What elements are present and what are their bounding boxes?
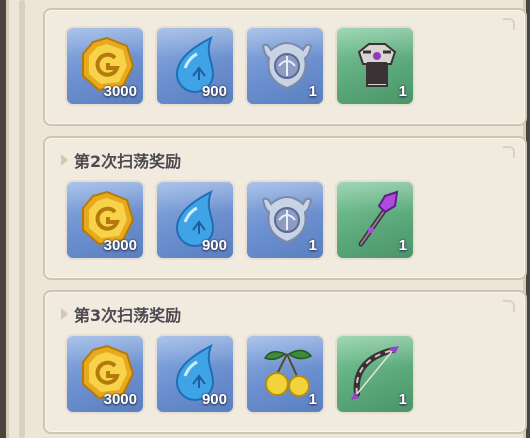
- reward-item-coin[interactable]: 3000: [65, 334, 145, 414]
- item-count: 1: [398, 83, 407, 100]
- panel-title: 第2次扫荡奖励: [61, 148, 181, 172]
- reward-item-water[interactable]: 900: [155, 26, 235, 106]
- chevron-right-icon: [61, 308, 68, 320]
- reward-item-emblem[interactable]: 1: [245, 180, 325, 260]
- item-count: 1: [308, 237, 317, 254]
- reward-item-water[interactable]: 900: [155, 180, 235, 260]
- item-count: 900: [201, 83, 227, 100]
- panel-title-text: 第3次扫荡奖励: [74, 306, 182, 325]
- reward-panel-3: 第3次扫荡奖励 3000 900 1 1: [43, 290, 527, 434]
- item-count: 1: [308, 391, 317, 408]
- panel-title: 第3次扫荡奖励: [61, 302, 181, 326]
- panel-title-text: 第2次扫荡奖励: [74, 152, 182, 171]
- reward-item-bow[interactable]: 1: [335, 334, 415, 414]
- reward-items-3: 3000 900 1 1: [65, 334, 415, 414]
- reward-panel-1: 3000 900 1 1: [43, 8, 527, 126]
- rewards-window: 3000 900 1 1 第2次扫荡奖励 3000 900 1 1 第3次扫荡奖…: [6, 0, 527, 438]
- item-count: 900: [201, 237, 227, 254]
- item-count: 1: [398, 391, 407, 408]
- panel-corner-ornament: [503, 300, 515, 312]
- panel-corner-ornament: [503, 18, 515, 30]
- item-count: 3000: [103, 237, 137, 254]
- item-count: 3000: [103, 83, 137, 100]
- chevron-right-icon: [61, 154, 68, 166]
- reward-items-1: 3000 900 1 1: [65, 26, 415, 106]
- item-count: 3000: [103, 391, 137, 408]
- reward-item-staff[interactable]: 1: [335, 180, 415, 260]
- reward-item-emblem[interactable]: 1: [245, 26, 325, 106]
- reward-item-fruit[interactable]: 1: [245, 334, 325, 414]
- reward-item-coin[interactable]: 3000: [65, 26, 145, 106]
- reward-panel-2: 第2次扫荡奖励 3000 900 1 1: [43, 136, 527, 280]
- item-count: 1: [398, 237, 407, 254]
- scrollbar[interactable]: [19, 0, 25, 438]
- reward-item-coin[interactable]: 3000: [65, 180, 145, 260]
- panel-corner-ornament: [503, 146, 515, 158]
- reward-items-2: 3000 900 1 1: [65, 180, 415, 260]
- reward-item-water[interactable]: 900: [155, 334, 235, 414]
- reward-item-armor[interactable]: 1: [335, 26, 415, 106]
- item-count: 900: [201, 391, 227, 408]
- item-count: 1: [308, 83, 317, 100]
